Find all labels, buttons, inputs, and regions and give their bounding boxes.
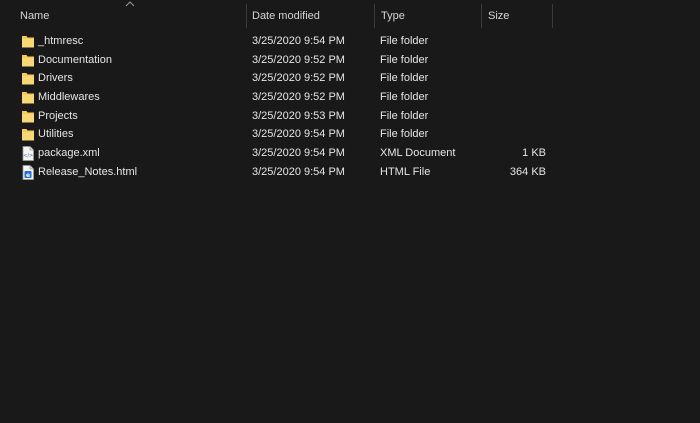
file-row[interactable]: Middlewares 3/25/2020 9:52 PM File folde… — [16, 88, 556, 107]
file-type: File folder — [380, 128, 429, 140]
file-type: File folder — [380, 91, 429, 103]
file-type: File folder — [380, 72, 429, 84]
folder-icon — [22, 92, 34, 104]
file-size — [476, 88, 546, 107]
file-date-modified: 3/25/2020 9:52 PM — [252, 54, 345, 66]
file-size — [476, 69, 546, 88]
file-row[interactable]: e Release_Notes.html 3/25/2020 9:54 PM H… — [16, 163, 556, 182]
column-header-bar: Name Date modified Type Size — [0, 0, 700, 30]
column-header-size[interactable]: Size — [488, 0, 509, 30]
folder-icon — [22, 55, 34, 67]
file-row[interactable]: Documentation 3/25/2020 9:52 PM File fol… — [16, 51, 556, 70]
file-name: Drivers — [38, 72, 73, 84]
file-date-modified: 3/25/2020 9:54 PM — [252, 128, 345, 140]
file-size — [476, 51, 546, 70]
file-row[interactable]: Projects 3/25/2020 9:53 PM File folder — [16, 107, 556, 126]
column-header-type[interactable]: Type — [381, 0, 405, 30]
column-header-name[interactable]: Name — [20, 0, 49, 30]
file-type: XML Document — [380, 147, 456, 159]
file-row[interactable]: Drivers 3/25/2020 9:52 PM File folder — [16, 69, 556, 88]
file-date-modified: 3/25/2020 9:54 PM — [252, 35, 345, 47]
file-name: _htmresc — [38, 35, 84, 47]
file-name: package.xml — [38, 147, 100, 159]
file-size — [476, 32, 546, 51]
file-type: File folder — [380, 110, 429, 122]
file-type: File folder — [380, 54, 429, 66]
column-divider[interactable] — [552, 4, 553, 28]
file-size — [476, 107, 546, 126]
folder-icon — [22, 73, 34, 85]
file-type: HTML File — [380, 166, 431, 178]
file-name: Release_Notes.html — [38, 166, 138, 178]
column-header-date-modified[interactable]: Date modified — [252, 0, 320, 30]
file-date-modified: 3/25/2020 9:54 PM — [252, 147, 345, 159]
file-date-modified: 3/25/2020 9:53 PM — [252, 110, 345, 122]
column-divider[interactable] — [246, 4, 247, 28]
file-date-modified: 3/25/2020 9:52 PM — [252, 91, 345, 103]
file-explorer: Name Date modified Type Size _htmresc 3/… — [0, 0, 700, 423]
svg-text:e: e — [26, 172, 30, 179]
file-type: File folder — [380, 35, 429, 47]
file-row[interactable]: _htmresc 3/25/2020 9:54 PM File folder — [16, 32, 556, 51]
folder-icon — [22, 129, 34, 141]
file-name: Projects — [38, 110, 78, 122]
xml-file-icon: </> — [22, 146, 34, 161]
file-size: 1 KB — [522, 147, 546, 159]
file-date-modified: 3/25/2020 9:54 PM — [252, 166, 345, 178]
folder-icon — [22, 111, 34, 123]
file-name: Utilities — [38, 128, 74, 140]
column-divider[interactable] — [481, 4, 482, 28]
column-divider[interactable] — [374, 4, 375, 28]
folder-icon — [22, 36, 34, 48]
file-name: Middlewares — [38, 91, 100, 103]
html-file-icon: e — [22, 165, 34, 180]
file-row[interactable]: Utilities 3/25/2020 9:54 PM File folder — [16, 125, 556, 144]
file-size — [476, 125, 546, 144]
file-date-modified: 3/25/2020 9:52 PM — [252, 72, 345, 84]
file-size: 364 KB — [509, 166, 546, 178]
svg-text:</>: </> — [23, 153, 33, 159]
sort-ascending-icon[interactable] — [125, 1, 135, 7]
file-name: Documentation — [38, 54, 112, 66]
file-row[interactable]: </> package.xml 3/25/2020 9:54 PM XML Do… — [16, 144, 556, 163]
